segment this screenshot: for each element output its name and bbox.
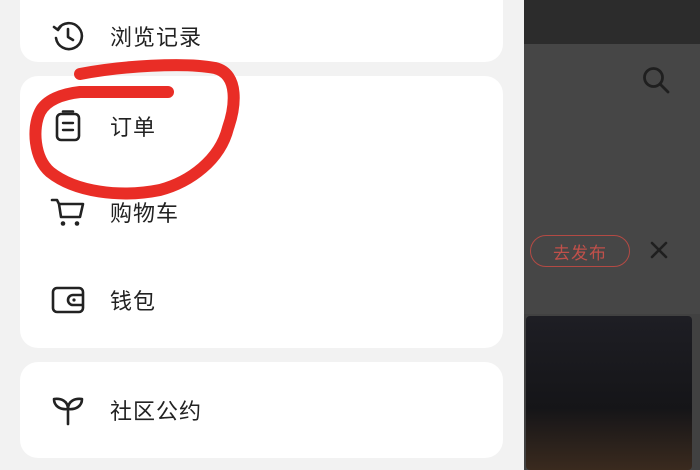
community-card: 社区公约 — [20, 362, 503, 458]
menu-item-community[interactable]: 社区公约 — [20, 380, 503, 440]
search-button[interactable] — [638, 64, 674, 100]
wallet-icon — [50, 282, 86, 318]
cart-icon — [50, 194, 86, 230]
main-page-overlay[interactable]: 去发布 — [524, 0, 700, 470]
menu-item-cart[interactable]: 购物车 — [20, 182, 503, 242]
close-button[interactable] — [645, 238, 673, 266]
menu-item-history-label: 浏览记录 — [110, 26, 203, 51]
menu-item-orders[interactable]: 订单 — [20, 96, 503, 156]
main-top-band — [524, 0, 700, 44]
clipboard-icon — [50, 108, 86, 144]
publish-button[interactable]: 去发布 — [530, 235, 630, 267]
menu-item-wallet[interactable]: 钱包 — [20, 270, 503, 330]
sprout-icon — [50, 392, 86, 428]
close-icon — [649, 240, 669, 264]
account-card: 订单 购物车 钱包 — [20, 76, 503, 348]
menu-item-orders-label: 订单 — [110, 116, 157, 141]
side-drawer: 浏览记录 订单 购物车 钱包 社区公约 — [0, 0, 524, 470]
menu-item-wallet-label: 钱包 — [110, 290, 157, 315]
menu-item-community-label: 社区公约 — [110, 400, 203, 425]
menu-item-cart-label: 购物车 — [110, 202, 180, 227]
search-icon — [641, 65, 671, 99]
menu-item-history[interactable]: 浏览记录 — [20, 6, 503, 66]
history-card: 浏览记录 — [20, 0, 503, 62]
clock-history-icon — [50, 18, 86, 54]
feed-image[interactable] — [526, 316, 692, 470]
